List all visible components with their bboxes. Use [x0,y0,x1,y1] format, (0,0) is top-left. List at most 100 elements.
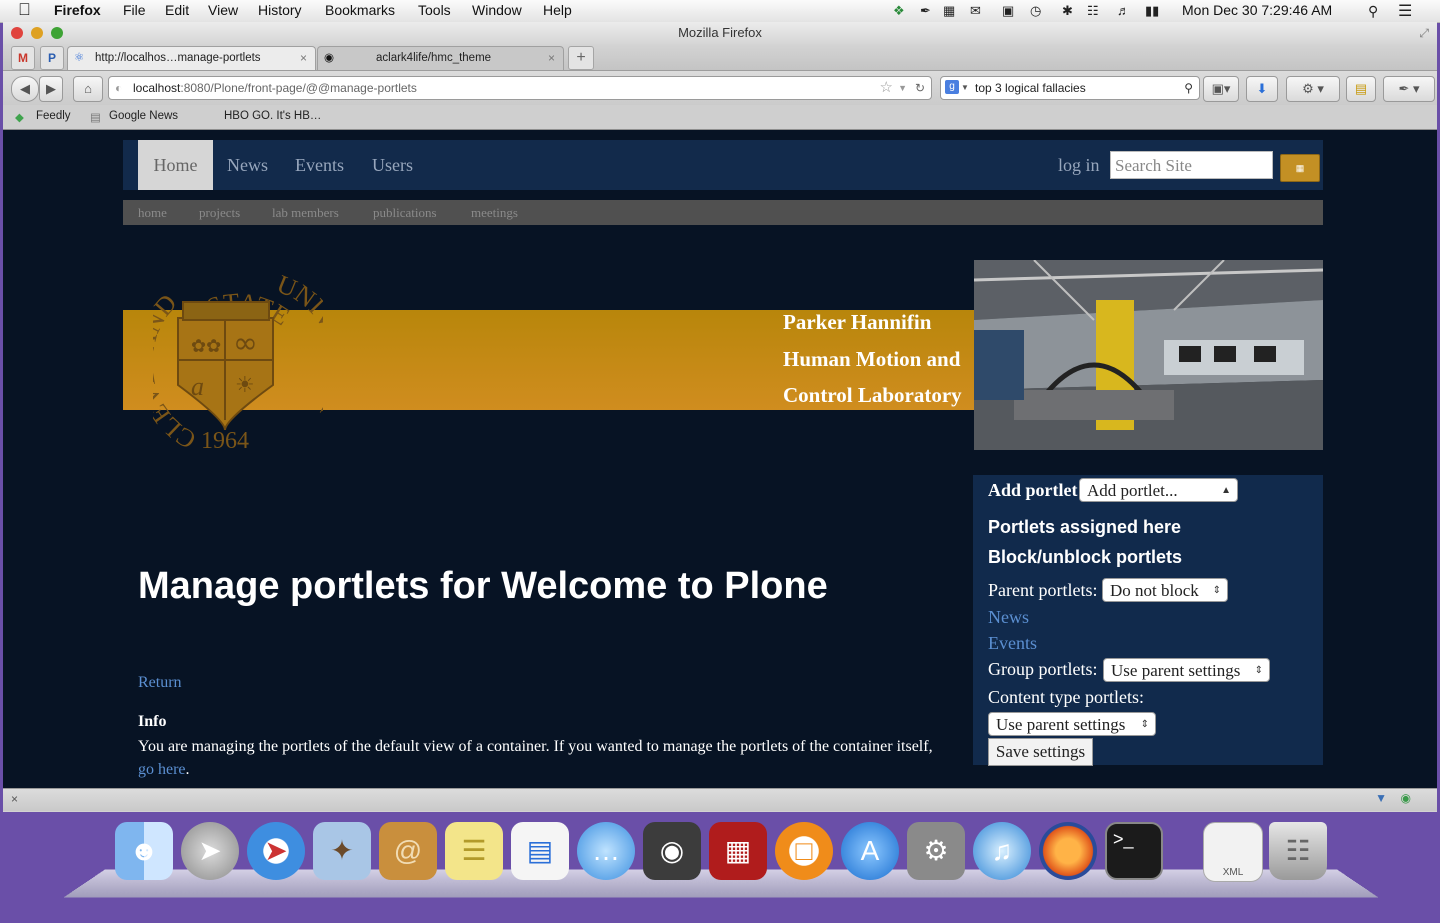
subnav-publications[interactable]: publications [373,200,437,225]
trash-icon[interactable]: ☷ [1269,822,1327,880]
mail-icon[interactable]: ✦ [313,822,371,880]
tab-manage-portlets[interactable]: ⚛ http://localhos…manage-portlets × [67,46,316,70]
search-bar[interactable]: g ▼ top 3 logical fallacies ⚲ [940,76,1200,100]
nav-users[interactable]: Users [372,140,413,190]
site-identity-icon[interactable]: ◐ [115,77,122,99]
engine-dropdown-icon[interactable]: ▼ [961,77,969,99]
firefox-icon[interactable] [1039,822,1097,880]
keyboard-status-icon[interactable]: ▦ [943,3,955,19]
battery-icon[interactable]: ▮▮ [1145,3,1159,19]
portlet-link-events[interactable]: Events [988,633,1037,654]
parent-portlets-select[interactable]: Do not block ⇕ [1102,578,1228,602]
parent-portlets-label: Parent portlets: [988,580,1098,600]
time-machine-icon[interactable]: ◷ [1030,3,1041,19]
volume-icon[interactable]: ♬ [1117,3,1130,18]
calendar-icon[interactable]: ▤ [511,822,569,880]
addon-button[interactable]: ⚙ ▾ [1286,76,1340,102]
nav-news[interactable]: News [227,140,268,190]
bluetooth-icon[interactable]: ✱ [1062,3,1073,19]
menu-app-name[interactable]: Firefox [54,2,101,18]
bookmark-google-news[interactable]: Google News [109,110,178,122]
forward-button[interactable]: ▶ [39,76,63,102]
fullscreen-icon[interactable]: ⤢ [1419,22,1429,44]
facetime-icon[interactable]: ◉ [643,822,701,880]
group-portlets-select[interactable]: Use parent settings ⇕ [1103,658,1270,682]
bookmark-star-icon[interactable]: ☆ [880,77,893,99]
bookmark-feedly[interactable]: Feedly [36,110,71,122]
xml-file-icon[interactable]: XML [1203,822,1263,882]
nav-home[interactable]: Home [138,140,213,190]
close-tab-icon[interactable]: × [548,47,555,70]
window-titlebar: Mozilla Firefox ⤢ [3,22,1437,44]
status-addon-icon[interactable]: ▼ [1375,791,1387,805]
lock-status-icon[interactable]: ▣ [1002,3,1014,19]
contacts-icon[interactable]: @ [379,822,437,880]
folder-button[interactable]: ▤ [1346,76,1376,102]
system-preferences-icon[interactable]: ⚙ [907,822,965,880]
go-here-link[interactable]: go here [138,761,186,778]
search-icon[interactable]: ⚲ [1184,77,1193,99]
zoom-window-button[interactable] [51,27,63,39]
menu-history[interactable]: History [258,2,302,18]
return-link[interactable]: Return [138,674,182,692]
menu-tools[interactable]: Tools [418,2,451,18]
content-type-portlets-select[interactable]: Use parent settings ⇕ [988,712,1156,736]
menu-window[interactable]: Window [472,2,522,18]
back-button[interactable]: ◀ [11,76,39,102]
gmail-pinned-tab[interactable]: M [11,46,35,70]
nav-events[interactable]: Events [295,140,344,190]
menu-bookmarks[interactable]: Bookmarks [325,2,395,18]
content-type-portlets-label: Content type portlets: [988,687,1144,707]
add-portlet-select[interactable]: Add portlet... ▲ [1079,478,1238,502]
new-tab-button[interactable]: + [568,46,594,70]
launchpad-icon[interactable]: ➤ [181,822,239,880]
login-link[interactable]: log in [1058,140,1100,190]
notes-icon[interactable]: ☰ [445,822,503,880]
subnav-projects[interactable]: projects [199,200,240,225]
photo-booth-icon[interactable]: ▦ [709,822,767,880]
messages-icon[interactable]: … [577,822,635,880]
menu-edit[interactable]: Edit [165,2,189,18]
screenshot-button[interactable]: ▣▾ [1203,76,1239,102]
wifi-icon[interactable]: ☷ [1087,3,1099,19]
minimize-window-button[interactable] [31,27,43,39]
pinned-tab-p[interactable]: P [40,46,64,70]
reload-icon[interactable]: ↻ [915,77,925,99]
tool-status-icon[interactable]: ✒ [920,3,931,19]
terminal-icon[interactable]: >_ [1105,822,1163,880]
save-settings-button[interactable]: Save settings [988,738,1093,766]
spotlight-icon[interactable]: ⚲ [1368,3,1378,20]
menu-help[interactable]: Help [543,2,572,18]
menu-view[interactable]: View [208,2,238,18]
google-engine-icon[interactable]: g [945,80,959,94]
portlet-link-news[interactable]: News [988,607,1029,628]
finder-icon[interactable]: ☻ [115,822,173,880]
safari-icon[interactable]: ➤ [247,822,305,880]
bookmark-hbo-go[interactable]: HBO GO. It's HB… [224,110,321,122]
notification-center-icon[interactable]: ☰ [1398,1,1412,21]
apple-menu-icon[interactable]:  [18,0,31,20]
downloads-button[interactable]: ⬇ [1246,76,1278,102]
subnav-lab-members[interactable]: lab members [272,200,339,225]
dropbox-status-icon[interactable]: ❖ [893,3,905,19]
site-search-button[interactable]: ▦ [1280,154,1320,182]
site-search-input[interactable]: Search Site [1110,151,1273,179]
url-bar[interactable]: ◐ localhost:8080/Plone/front-page/@@mana… [108,76,932,100]
close-window-button[interactable] [11,27,23,39]
close-addon-bar-icon[interactable]: × [11,792,18,806]
ibooks-icon[interactable]: □ [775,822,833,880]
close-tab-icon[interactable]: × [300,47,307,70]
url-dropdown-icon[interactable]: ▼ [898,77,907,99]
app-store-icon[interactable]: A [841,822,899,880]
mail-status-icon[interactable]: ✉ [970,3,981,19]
itunes-icon[interactable]: ♫ [973,822,1031,880]
sync-addon-icon[interactable]: ◉ [1401,791,1411,805]
tab-github[interactable]: ◉ aclark4life/hmc_theme × [317,46,564,70]
tools-button[interactable]: ✒ ▾ [1383,76,1435,102]
menu-file[interactable]: File [123,2,146,18]
subnav-meetings[interactable]: meetings [471,200,518,225]
home-button[interactable]: ⌂ [73,76,103,102]
subnav-home[interactable]: home [138,200,167,225]
web-page: Home News Events Users log in Search Sit… [3,130,1437,788]
menubar-clock[interactable]: Mon Dec 30 7:29:46 AM [1182,2,1332,18]
